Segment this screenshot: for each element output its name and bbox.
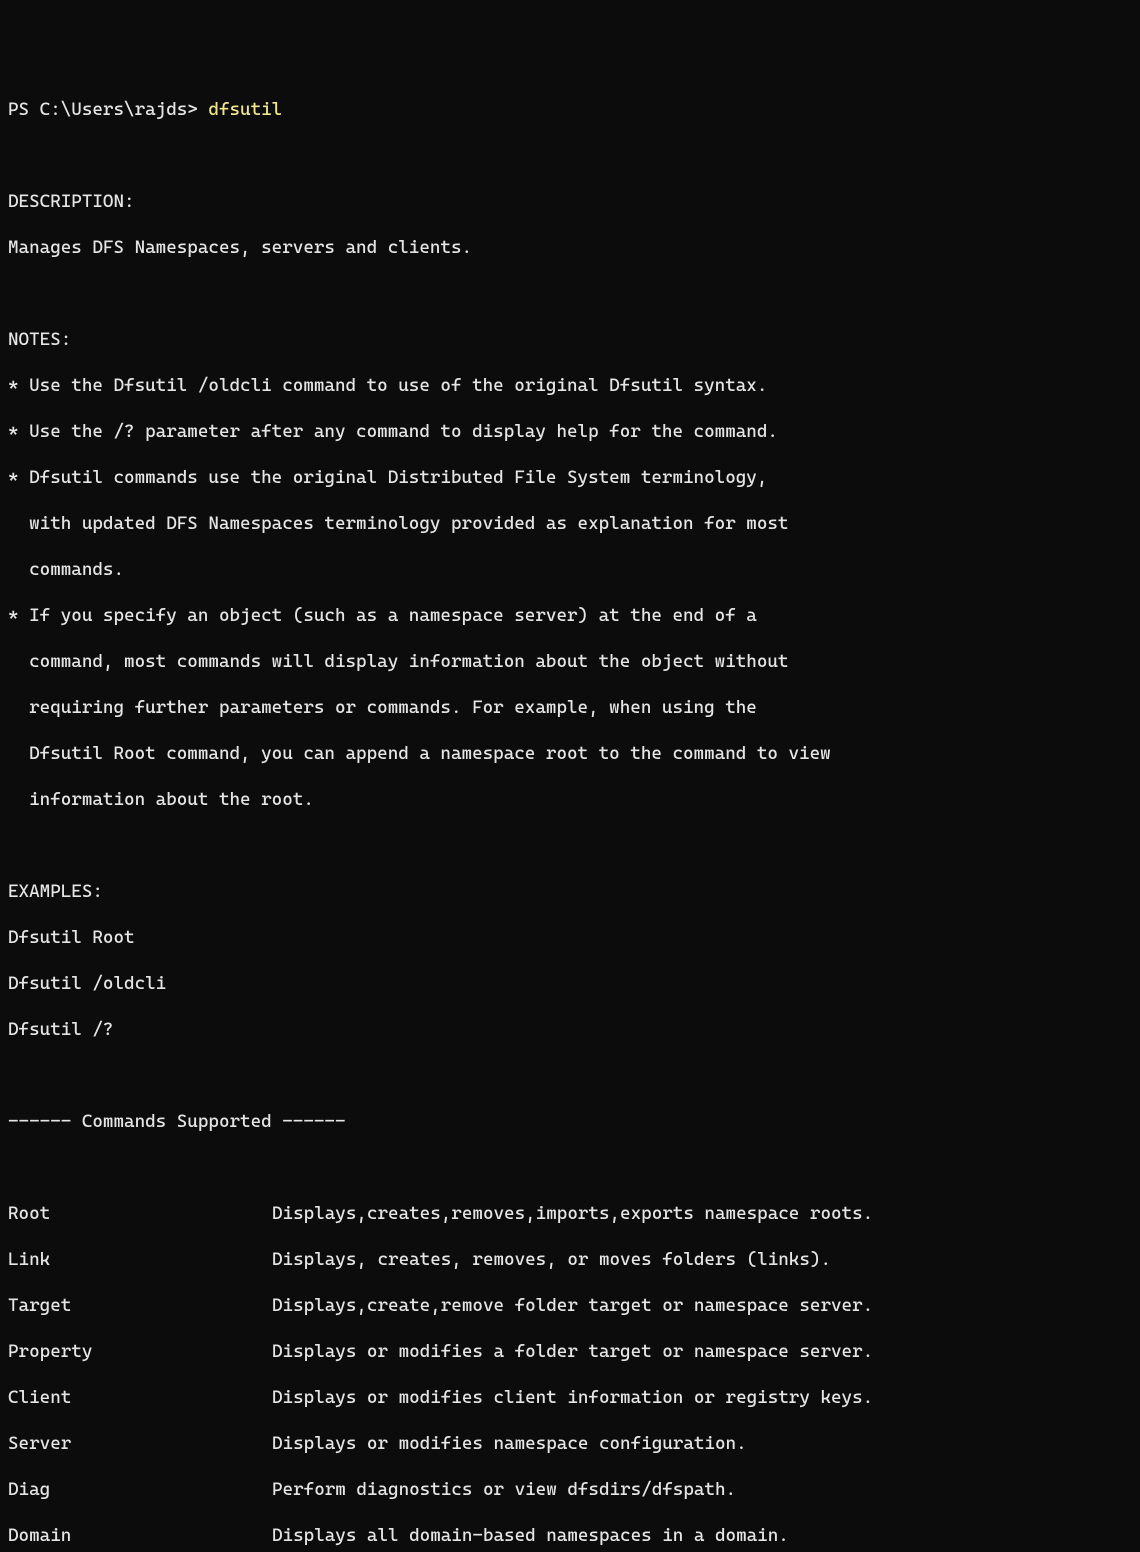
terminal-blank <box>8 834 1132 857</box>
note-line: information about the root. <box>8 788 1132 811</box>
command-desc: Displays or modifies a folder target or … <box>272 1340 873 1363</box>
command-name: Server <box>8 1432 272 1455</box>
note-line: * If you specify an object (such as a na… <box>8 604 1132 627</box>
note-line: * Dfsutil commands use the original Dist… <box>8 466 1132 489</box>
example-line: Dfsutil Root <box>8 926 1132 949</box>
note-line: with updated DFS Namespaces terminology … <box>8 512 1132 535</box>
command-row: PropertyDisplays or modifies a folder ta… <box>8 1340 1132 1363</box>
note-line: commands. <box>8 558 1132 581</box>
command-name: Root <box>8 1202 272 1225</box>
command-name: Domain <box>8 1524 272 1547</box>
note-line: requiring further parameters or commands… <box>8 696 1132 719</box>
description-text: Manages DFS Namespaces, servers and clie… <box>8 236 1132 259</box>
command-desc: Displays or modifies client information … <box>272 1386 873 1409</box>
terminal-blank <box>8 1064 1132 1087</box>
example-line: Dfsutil /oldcli <box>8 972 1132 995</box>
command-row: ServerDisplays or modifies namespace con… <box>8 1432 1132 1455</box>
terminal-blank <box>8 282 1132 305</box>
command-row: ClientDisplays or modifies client inform… <box>8 1386 1132 1409</box>
terminal-blank <box>8 144 1132 167</box>
command-name: Target <box>8 1294 272 1317</box>
command-row: RootDisplays,creates,removes,imports,exp… <box>8 1202 1132 1225</box>
command-row: DomainDisplays all domain-based namespac… <box>8 1524 1132 1547</box>
note-line: * Use the /? parameter after any command… <box>8 420 1132 443</box>
note-line: command, most commands will display info… <box>8 650 1132 673</box>
command-name: Property <box>8 1340 272 1363</box>
note-line: Dfsutil Root command, you can append a n… <box>8 742 1132 765</box>
command-desc: Displays or modifies namespace configura… <box>272 1432 747 1455</box>
command-desc: Perform diagnostics or view dfsdirs/dfsp… <box>272 1478 736 1501</box>
note-line: * Use the Dfsutil /oldcli command to use… <box>8 374 1132 397</box>
terminal-command: dfsutil <box>208 98 282 121</box>
terminal-prompt-line[interactable]: PS C:\Users\rajds> dfsutil <box>8 98 1132 121</box>
command-name: Link <box>8 1248 272 1271</box>
command-desc: Displays,creates,removes,imports,exports… <box>272 1202 873 1225</box>
command-desc: Displays, creates, removes, or moves fol… <box>272 1248 831 1271</box>
command-desc: Displays all domain-based namespaces in … <box>272 1524 789 1547</box>
notes-header: NOTES: <box>8 328 1132 351</box>
description-header: DESCRIPTION: <box>8 190 1132 213</box>
terminal-blank <box>8 1156 1132 1179</box>
command-row: LinkDisplays, creates, removes, or moves… <box>8 1248 1132 1271</box>
command-desc: Displays,create,remove folder target or … <box>272 1294 873 1317</box>
example-line: Dfsutil /? <box>8 1018 1132 1041</box>
command-name: Client <box>8 1386 272 1409</box>
command-name: Diag <box>8 1478 272 1501</box>
commands-header: ------ Commands Supported ------ <box>8 1110 1132 1133</box>
command-row: TargetDisplays,create,remove folder targ… <box>8 1294 1132 1317</box>
examples-header: EXAMPLES: <box>8 880 1132 903</box>
terminal-prompt: PS C:\Users\rajds> <box>8 98 208 121</box>
command-row: DiagPerform diagnostics or view dfsdirs/… <box>8 1478 1132 1501</box>
